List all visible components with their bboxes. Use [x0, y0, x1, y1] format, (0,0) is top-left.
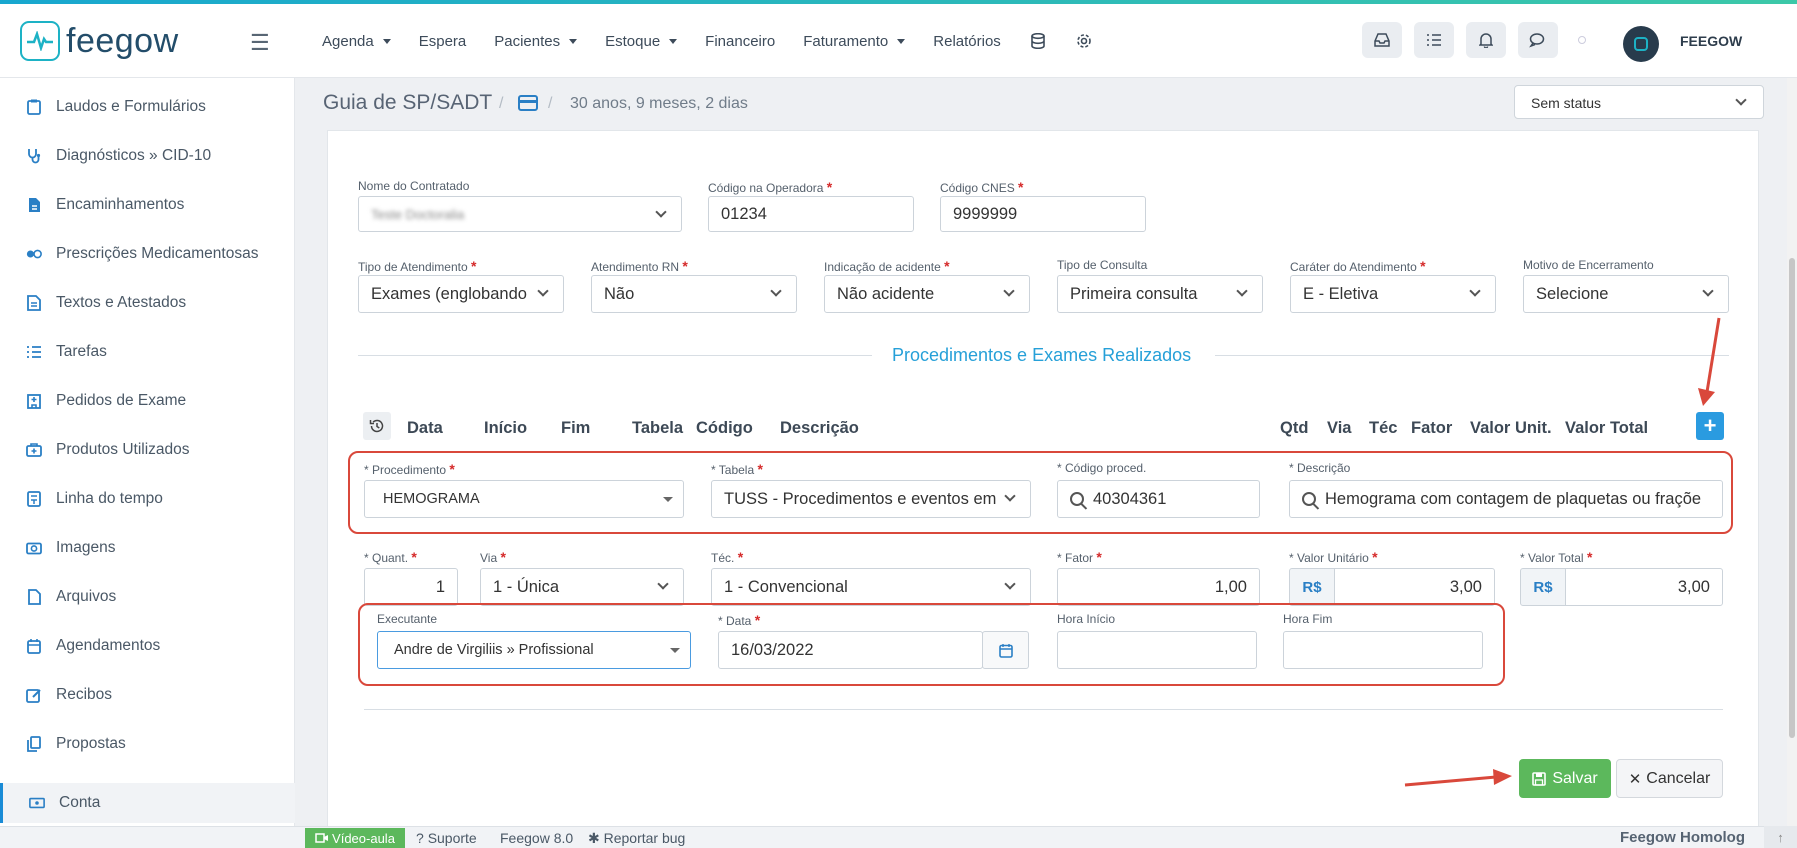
- annotation-arrow: [1404, 775, 1497, 787]
- footer-brand: Feegow Homolog: [1620, 829, 1745, 846]
- annotation-arrow-head: [1493, 769, 1512, 785]
- annotation-arrows: [1404, 317, 1721, 787]
- report-bug-link[interactable]: ✱ Reportar bug: [588, 830, 685, 847]
- arrow-up-icon[interactable]: ↑: [1764, 826, 1797, 848]
- help-icon: ?: [416, 830, 424, 846]
- video-lesson-button[interactable]: Vídeo-aula: [305, 828, 405, 848]
- scrollbar-thumb[interactable]: [1789, 258, 1795, 738]
- bug-icon: ✱: [588, 830, 600, 846]
- support-link[interactable]: ? Suporte: [416, 830, 477, 846]
- annotation-arrow: [1705, 317, 1721, 393]
- version-label: Feegow 8.0: [500, 830, 574, 846]
- footer-bar: [0, 826, 1797, 848]
- video-icon: [315, 833, 329, 843]
- annotation-arrow-head: [1698, 388, 1715, 406]
